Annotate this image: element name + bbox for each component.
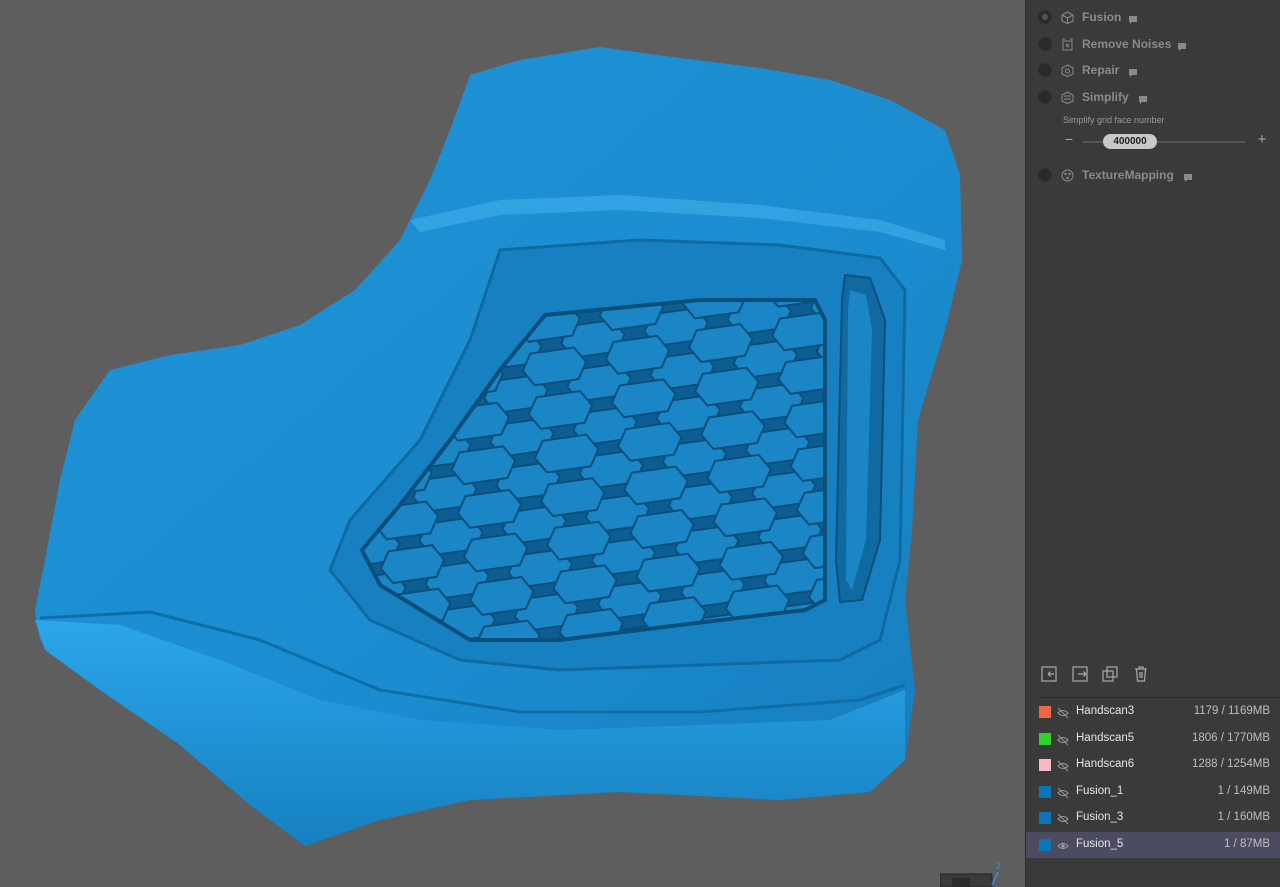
layer-size: 1 / 160MB: [1217, 811, 1270, 823]
layer-color-swatch[interactable]: [1039, 732, 1051, 745]
import-icon[interactable]: [1039, 664, 1059, 684]
layer-color-swatch[interactable]: [1039, 812, 1051, 824]
trash-icon[interactable]: [1131, 664, 1151, 684]
layer-name: Handscan3: [1076, 705, 1135, 717]
step-radio[interactable]: [1038, 10, 1052, 24]
step-simplify[interactable]: Simplify: [1026, 87, 1280, 107]
layer-color-swatch[interactable]: [1039, 706, 1051, 718]
simplify-icon: [1061, 90, 1074, 104]
export-icon[interactable]: [1070, 664, 1090, 684]
layer-size: 1179 / 1169MB: [1193, 705, 1270, 717]
right-panel: Fusion Remove Noises Repair Simplify Texture…: [1025, 0, 1280, 887]
layer-toolbar: [1026, 660, 1280, 688]
layer-name: Handscan6: [1076, 758, 1135, 770]
comment-icon[interactable]: [1177, 39, 1187, 51]
repair-icon: [1061, 63, 1074, 77]
layer-row[interactable]: Handscan6 1288 / 1254MB: [1026, 752, 1280, 778]
step-fusion[interactable]: Fusion: [1026, 7, 1280, 27]
step-radio[interactable]: [1038, 37, 1052, 51]
step-texturemapping[interactable]: TextureMapping: [1026, 165, 1280, 185]
comment-icon[interactable]: [1138, 92, 1148, 104]
simplify-caption: Simplify grid face number: [1063, 115, 1165, 125]
step-label: Remove Noises: [1082, 37, 1172, 51]
step-label: Simplify: [1082, 90, 1129, 104]
step-label: TextureMapping: [1082, 168, 1174, 182]
increase-button[interactable]: +: [1255, 132, 1269, 147]
layer-row[interactable]: Fusion_3 1 / 160MB: [1026, 805, 1280, 831]
comment-icon[interactable]: [1128, 65, 1138, 77]
step-label: Fusion: [1082, 10, 1122, 24]
eye-off-icon[interactable]: [1057, 706, 1069, 719]
layer-row[interactable]: Handscan5 1806 / 1770MB: [1026, 726, 1280, 752]
layer-name: Fusion_1: [1076, 784, 1124, 797]
layer-color-swatch[interactable]: [1039, 838, 1051, 851]
3d-viewport[interactable]: Z: [0, 0, 1025, 887]
comment-icon[interactable]: [1183, 170, 1193, 182]
layer-size: 1 / 87MB: [1223, 837, 1270, 850]
eye-off-icon[interactable]: [1057, 786, 1069, 798]
step-label: Repair: [1082, 63, 1120, 77]
duplicate-icon[interactable]: [1100, 664, 1120, 684]
face-number-value[interactable]: 400000: [1103, 134, 1157, 149]
eye-off-icon[interactable]: [1057, 733, 1069, 745]
texture-icon: [1061, 169, 1074, 182]
eye-off-icon[interactable]: [1057, 812, 1069, 825]
step-remove-noises[interactable]: Remove Noises: [1026, 34, 1280, 54]
axis-z-label: Z: [996, 861, 1000, 871]
layer-color-swatch[interactable]: [1039, 785, 1051, 798]
layer-size: 1288 / 1254MB: [1191, 758, 1270, 770]
comment-icon[interactable]: [1128, 12, 1138, 24]
axis-gizmo[interactable]: Z: [940, 858, 1000, 887]
layer-name: Handscan5: [1076, 731, 1135, 744]
step-repair[interactable]: Repair: [1026, 60, 1280, 80]
eye-icon[interactable]: [1057, 839, 1069, 851]
simplify-settings: Simplify grid face number − 400000 +: [1063, 115, 1273, 155]
layer-size: 1806 / 1770MB: [1191, 731, 1270, 744]
layer-size: 1 / 149MB: [1217, 784, 1270, 797]
layer-row[interactable]: Fusion_1 1 / 149MB: [1026, 779, 1280, 805]
eye-off-icon[interactable]: [1057, 759, 1069, 772]
step-radio[interactable]: [1038, 90, 1052, 104]
layer-divider: [1038, 697, 1280, 698]
layer-name: Fusion_3: [1076, 811, 1124, 823]
layer-row[interactable]: Handscan3 1179 / 1169MB: [1026, 699, 1280, 725]
cube-icon: [1061, 10, 1074, 24]
decrease-button[interactable]: −: [1063, 132, 1075, 146]
layer-color-swatch[interactable]: [1039, 759, 1051, 771]
step-radio[interactable]: [1038, 63, 1052, 77]
layer-row[interactable]: Fusion_5 1 / 87MB: [1026, 831, 1280, 858]
step-radio[interactable]: [1038, 168, 1052, 182]
scanned-bumper-model[interactable]: [0, 0, 1025, 887]
layer-name: Fusion_5: [1076, 837, 1124, 850]
remove-noise-icon: [1061, 38, 1074, 51]
